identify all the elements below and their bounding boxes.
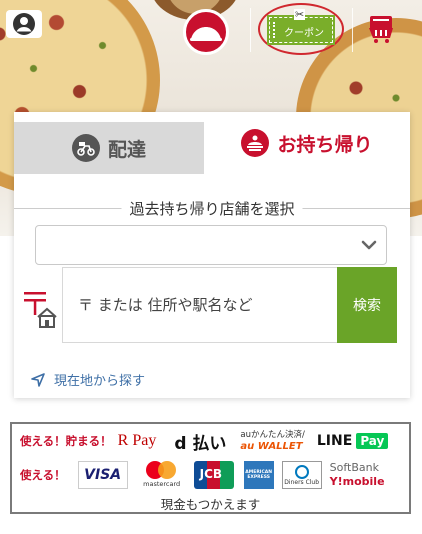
jcb-text: JCB <box>199 467 223 481</box>
d-barai-logo: d 払い <box>174 433 227 454</box>
tab-takeout[interactable]: お持ち帰り <box>204 112 410 174</box>
mastercard-logo: mastercard <box>138 461 186 489</box>
past-stores-title: 過去持ち帰り店舗を選択 <box>121 198 303 219</box>
chevron-down-icon <box>361 240 377 250</box>
au-wallet-text: au WALLET <box>240 441 303 452</box>
past-store-select[interactable] <box>35 225 387 265</box>
user-circle-icon <box>13 13 35 35</box>
payment-row-2: 使える！ VISA mastercard JCB AMERICAN EXPRES… <box>20 458 405 492</box>
softbank-text: SoftBank <box>329 461 379 474</box>
pizza-hut-logo[interactable] <box>183 9 229 55</box>
payment-methods-banner: 使える！貯まる！ R Pay d 払い auかんたん決済/ au WALLET … <box>10 422 411 514</box>
coupon-button[interactable]: ✂ クーポン <box>267 9 335 45</box>
geolocation-link[interactable]: 現在地から探す <box>30 370 145 389</box>
coupon-perforation <box>273 22 277 38</box>
delivery-scooter-icon <box>71 134 100 162</box>
header-separator <box>352 8 353 52</box>
geolocation-label: 現在地から探す <box>54 374 146 389</box>
payment-row-1: 使える！貯まる！ R Pay d 払い auかんたん決済/ au WALLET … <box>20 428 405 454</box>
payment-row1-label: 使える！貯まる！ <box>20 434 112 448</box>
rakuten-pay-logo: R Pay <box>117 432 157 449</box>
ymobile-text: Y!mobile <box>329 475 385 488</box>
location-arrow-icon <box>31 372 45 387</box>
line-pay-logo: LINE Pay <box>316 433 389 449</box>
scissors-icon: ✂ <box>294 8 306 21</box>
coupon-label: クーポン <box>284 28 324 39</box>
address-search-field[interactable] <box>62 267 337 343</box>
tab-delivery[interactable]: 配達 <box>14 122 204 174</box>
diners-text: Diners Club <box>284 478 320 486</box>
diners-circle <box>294 464 309 479</box>
au-kantan-text: auかんたん決済/ <box>240 430 305 440</box>
mastercard-text: mastercard <box>143 480 181 488</box>
store-search-card: 配達 お持ち帰り 過去持ち帰り店舗を選択 〒 または 住所や駅名など 検索 現在… <box>14 112 410 398</box>
address-search-input[interactable] <box>63 268 337 342</box>
softbank-ymobile-logo: SoftBank Y!mobile <box>330 461 385 489</box>
cash-accepted-text: 現金もつかえます <box>160 497 261 512</box>
mastercard-orange-circle <box>157 461 176 479</box>
tab-takeout-label: お持ち帰り <box>277 133 373 156</box>
line-text: LINE <box>316 433 353 449</box>
visa-logo: VISA <box>77 461 128 489</box>
account-button[interactable] <box>6 10 42 38</box>
logo-hat-icon <box>190 27 222 41</box>
search-button[interactable]: 検索 <box>337 267 397 343</box>
cart-button[interactable] <box>366 14 396 44</box>
amex-logo: AMERICAN EXPRESS <box>243 461 274 489</box>
tab-delivery-label: 配達 <box>107 138 146 161</box>
au-pay-logo: auかんたん決済/ au WALLET <box>240 430 304 452</box>
postal-home-icon <box>22 290 58 330</box>
payment-row2-label: 使える！ <box>20 468 66 482</box>
line-pay-badge: Pay <box>356 433 389 449</box>
diners-club-logo: Diners Club <box>281 461 322 489</box>
page-root: ✂ クーポン 配達 お持ち帰り 過去持ち帰り店舗を選択 〒 または 住所や駅名な… <box>0 0 422 534</box>
header-separator <box>250 8 251 52</box>
jcb-logo: JCB <box>193 461 234 489</box>
shopping-cart-icon <box>369 16 393 43</box>
takeout-icon <box>241 129 270 157</box>
past-stores-heading: 過去持ち帰り店舗を選択 <box>14 198 410 219</box>
